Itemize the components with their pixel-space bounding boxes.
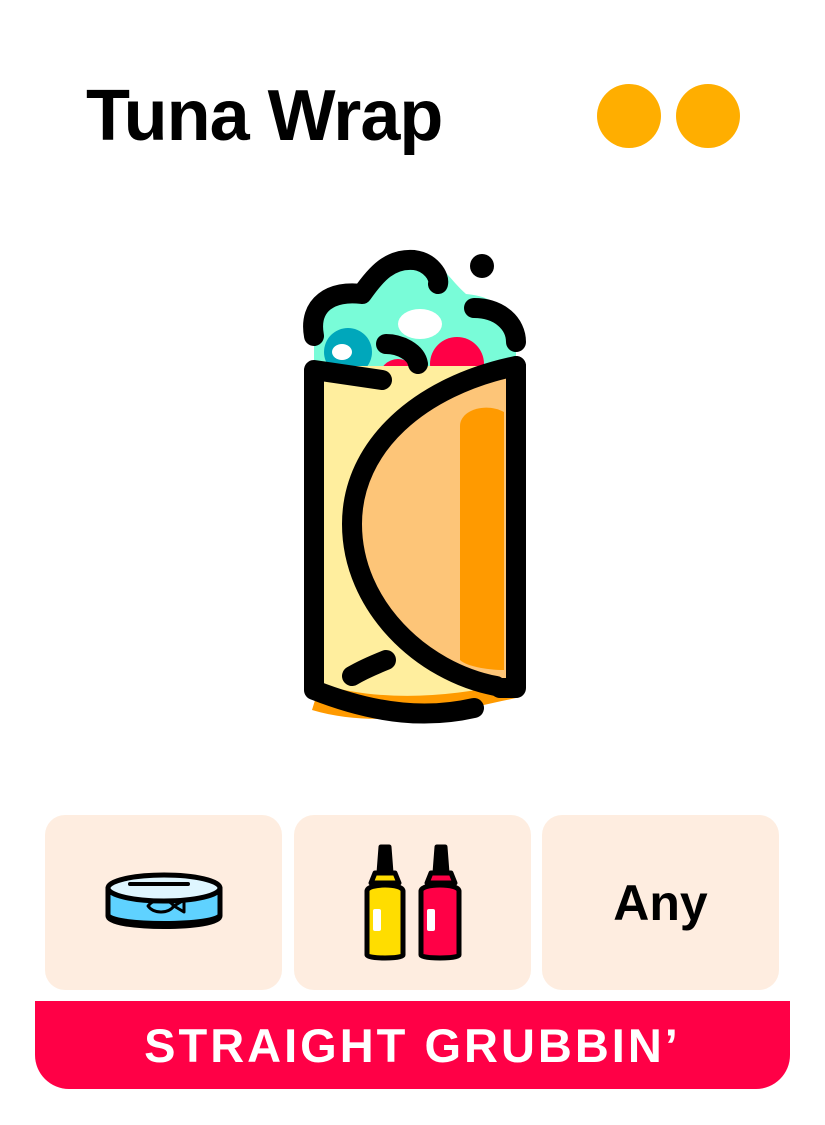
tuna-can-tile [45, 815, 282, 990]
page-title: Tuna Wrap [86, 76, 443, 156]
rating-dots [597, 84, 741, 148]
condiment-bottles-icon [364, 844, 461, 960]
any-label: Any [613, 874, 708, 931]
condiments-tile [294, 815, 531, 990]
rating-dot [597, 84, 661, 148]
burrito-wrap-icon [290, 240, 540, 730]
tuna-can-icon [105, 872, 222, 929]
rating-dot [676, 84, 740, 148]
category-banner: STRAIGHT GRUBBIN’ [35, 1001, 790, 1089]
banner-label: STRAIGHT GRUBBIN’ [144, 1018, 681, 1072]
any-tile: Any [542, 815, 779, 990]
